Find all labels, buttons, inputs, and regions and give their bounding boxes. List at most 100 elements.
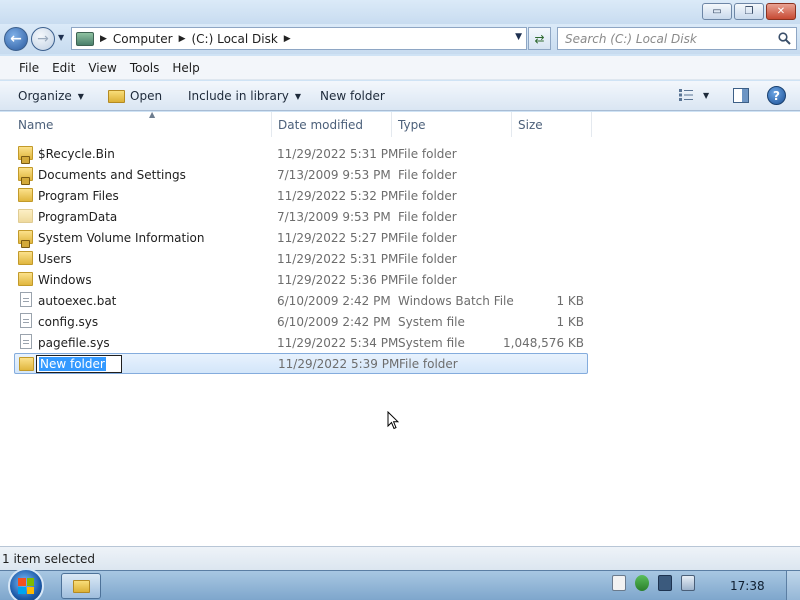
file-row[interactable]: System Volume Information 11/29/2022 5:2… bbox=[14, 227, 588, 248]
taskbar-explorer-button[interactable] bbox=[61, 573, 101, 599]
address-dropdown-icon[interactable]: ▼ bbox=[515, 32, 522, 42]
action-center-icon[interactable] bbox=[635, 575, 649, 591]
breadcrumb-separator-icon[interactable]: ▶ bbox=[284, 34, 291, 44]
explorer-folder-icon bbox=[72, 579, 90, 593]
breadcrumb-computer[interactable]: Computer bbox=[113, 32, 173, 46]
column-header-type[interactable]: Type bbox=[392, 112, 512, 137]
address-row: ← → ▼ ▶ Computer ▶ (C:) Local Disk ▶ ▼ ⇄ bbox=[0, 24, 800, 54]
view-options-dropdown-icon[interactable]: ▼ bbox=[703, 91, 709, 100]
preview-pane-icon[interactable] bbox=[733, 88, 749, 103]
show-desktop-button[interactable] bbox=[786, 571, 800, 600]
file-type: File folder bbox=[398, 272, 457, 287]
selected-file-row[interactable]: New folder 11/29/2022 5:39 PM File folde… bbox=[14, 353, 588, 374]
file-type: File folder bbox=[398, 251, 457, 266]
locked-folder-icon bbox=[18, 230, 33, 248]
forward-arrow-icon: → bbox=[37, 31, 49, 47]
breadcrumb-separator-icon[interactable]: ▶ bbox=[179, 34, 186, 44]
breadcrumb-separator-icon[interactable]: ▶ bbox=[100, 34, 107, 44]
title-bar: ▭ ❐ ✕ bbox=[0, 0, 800, 24]
organize-button[interactable]: Organize ▼ bbox=[18, 89, 84, 103]
include-in-library-button[interactable]: Include in library ▼ bbox=[188, 89, 301, 103]
refresh-button[interactable]: ⇄ bbox=[528, 27, 551, 50]
locked-folder-icon bbox=[18, 146, 33, 164]
file-size: 1 KB bbox=[556, 314, 584, 329]
open-button[interactable]: Open bbox=[108, 89, 162, 103]
back-button[interactable]: ← bbox=[4, 27, 28, 51]
menu-file[interactable]: File bbox=[19, 61, 39, 75]
locked-folder-icon bbox=[18, 167, 33, 185]
file-row[interactable]: autoexec.bat 6/10/2009 2:42 PM Windows B… bbox=[14, 290, 588, 311]
folder-icon bbox=[18, 272, 33, 286]
file-row[interactable]: config.sys 6/10/2009 2:42 PM System file… bbox=[14, 311, 588, 332]
file-name: Users bbox=[38, 251, 72, 266]
file-date: 11/29/2022 5:32 PM bbox=[277, 188, 399, 203]
file-type: File folder bbox=[398, 188, 457, 203]
menu-bar: File Edit View Tools Help bbox=[0, 56, 800, 80]
forward-button[interactable]: → bbox=[31, 27, 55, 51]
search-input[interactable] bbox=[565, 31, 775, 46]
hidden-folder-icon bbox=[18, 209, 33, 223]
chevron-down-icon: ▼ bbox=[294, 91, 302, 101]
column-header-name-label: Name bbox=[18, 117, 54, 132]
help-icon[interactable]: ? bbox=[767, 86, 786, 105]
organize-label: Organize bbox=[18, 89, 72, 103]
menu-help[interactable]: Help bbox=[172, 61, 199, 75]
change-view-icon[interactable] bbox=[678, 88, 694, 102]
file-date: 6/10/2009 2:42 PM bbox=[277, 314, 391, 329]
open-label: Open bbox=[130, 89, 163, 103]
new-folder-button[interactable]: New folder bbox=[320, 89, 385, 103]
menu-view[interactable]: View bbox=[88, 61, 116, 75]
file-date: 11/29/2022 5:31 PM bbox=[277, 146, 399, 161]
refresh-icon: ⇄ bbox=[534, 31, 545, 46]
file-row[interactable]: Documents and Settings 7/13/2009 9:53 PM… bbox=[14, 164, 588, 185]
folder-icon bbox=[19, 357, 34, 371]
network-icon[interactable] bbox=[658, 575, 672, 591]
file-date: 11/29/2022 5:39 PM bbox=[278, 356, 400, 371]
open-folder-icon bbox=[108, 89, 125, 103]
file-row[interactable]: $Recycle.Bin 11/29/2022 5:31 PM File fol… bbox=[14, 143, 588, 164]
search-icon[interactable] bbox=[775, 30, 793, 48]
file-row[interactable]: pagefile.sys 11/29/2022 5:34 PM System f… bbox=[14, 332, 588, 353]
search-box[interactable] bbox=[557, 27, 797, 50]
breadcrumb-local-disk[interactable]: (C:) Local Disk bbox=[192, 32, 278, 46]
lock-icon bbox=[21, 177, 30, 185]
file-row[interactable]: Program Files 11/29/2022 5:32 PM File fo… bbox=[14, 185, 588, 206]
file-row[interactable]: ProgramData 7/13/2009 9:53 PM File folde… bbox=[14, 206, 588, 227]
notes-icon[interactable] bbox=[612, 575, 626, 591]
file-name: Documents and Settings bbox=[38, 167, 186, 182]
volume-muted-icon[interactable] bbox=[681, 575, 695, 591]
system-file-icon bbox=[20, 313, 32, 328]
file-date: 7/13/2009 9:53 PM bbox=[277, 209, 391, 224]
chevron-down-icon: ▼ bbox=[77, 91, 84, 101]
start-button[interactable] bbox=[8, 568, 44, 600]
file-date: 11/29/2022 5:36 PM bbox=[277, 272, 399, 287]
minimize-button[interactable]: ▭ bbox=[702, 3, 732, 20]
menu-tools[interactable]: Tools bbox=[130, 61, 160, 75]
file-name: Windows bbox=[38, 272, 92, 287]
computer-icon bbox=[76, 31, 94, 46]
rename-input[interactable]: New folder bbox=[36, 355, 122, 373]
file-date: 11/29/2022 5:34 PM bbox=[277, 335, 399, 350]
file-date: 11/29/2022 5:31 PM bbox=[277, 251, 399, 266]
lock-icon bbox=[21, 240, 30, 248]
column-header-size-label: Size bbox=[518, 117, 543, 132]
file-row[interactable]: Windows 11/29/2022 5:36 PM File folder bbox=[14, 269, 588, 290]
address-bar[interactable]: ▶ Computer ▶ (C:) Local Disk ▶ ▼ bbox=[71, 27, 527, 50]
column-header-date[interactable]: Date modified bbox=[272, 112, 392, 137]
recent-pages-dropdown[interactable]: ▼ bbox=[58, 33, 64, 42]
file-type: System file bbox=[398, 314, 465, 329]
file-type: File folder bbox=[398, 230, 457, 245]
file-type: File folder bbox=[398, 167, 457, 182]
menu-edit[interactable]: Edit bbox=[52, 61, 75, 75]
window-controls: ▭ ❐ ✕ bbox=[702, 3, 796, 20]
command-bar: Organize ▼ Open Include in library ▼ New… bbox=[0, 81, 800, 111]
file-row[interactable]: Users 11/29/2022 5:31 PM File folder bbox=[14, 248, 588, 269]
column-header-name[interactable]: ▲ Name bbox=[12, 110, 272, 137]
clock[interactable]: 17:38 bbox=[730, 579, 765, 593]
maximize-button[interactable]: ❐ bbox=[734, 3, 764, 20]
close-button[interactable]: ✕ bbox=[766, 3, 796, 20]
sort-ascending-icon: ▲ bbox=[149, 110, 156, 119]
include-in-library-label: Include in library bbox=[188, 89, 289, 103]
column-header-size[interactable]: Size bbox=[512, 112, 592, 137]
file-type: File folder bbox=[399, 356, 458, 371]
